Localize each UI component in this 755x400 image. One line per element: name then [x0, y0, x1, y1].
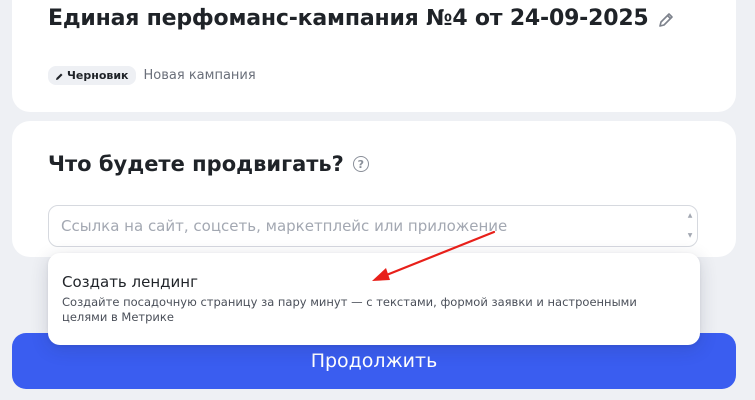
- input-stepper[interactable]: ▲ ▼: [686, 213, 694, 239]
- suggestion-dropdown: Создать лендинг Создайте посадочную стра…: [48, 253, 700, 345]
- campaign-meta: Черновик Новая кампания: [48, 66, 256, 85]
- pencil-icon: [55, 71, 64, 80]
- option-title: Создать лендинг: [62, 273, 198, 291]
- campaign-status-text: Новая кампания: [143, 68, 256, 83]
- campaign-title: Единая перфоманс-кампания №4 от 24-09-20…: [48, 6, 649, 31]
- create-landing-option[interactable]: Создать лендинг Создайте посадочную стра…: [48, 253, 700, 345]
- status-badge: Черновик: [48, 66, 136, 85]
- option-description: Создайте посадочную страницу за пару мин…: [62, 295, 637, 324]
- promotion-card: Что будете продвигать? ? ▲ ▼: [12, 121, 736, 257]
- pencil-icon[interactable]: [657, 10, 675, 28]
- campaign-header-card: Единая перфоманс-кампания №4 от 24-09-20…: [12, 0, 736, 112]
- chevron-up-icon: ▲: [687, 212, 693, 219]
- section-title-row: Что будете продвигать? ?: [48, 152, 369, 176]
- section-title: Что будете продвигать?: [48, 152, 344, 176]
- status-badge-label: Черновик: [67, 69, 129, 82]
- chevron-down-icon: ▼: [687, 232, 693, 239]
- url-input[interactable]: [48, 205, 698, 247]
- campaign-title-row: Единая перфоманс-кампания №4 от 24-09-20…: [48, 6, 675, 31]
- question-circle-icon[interactable]: ?: [352, 156, 369, 172]
